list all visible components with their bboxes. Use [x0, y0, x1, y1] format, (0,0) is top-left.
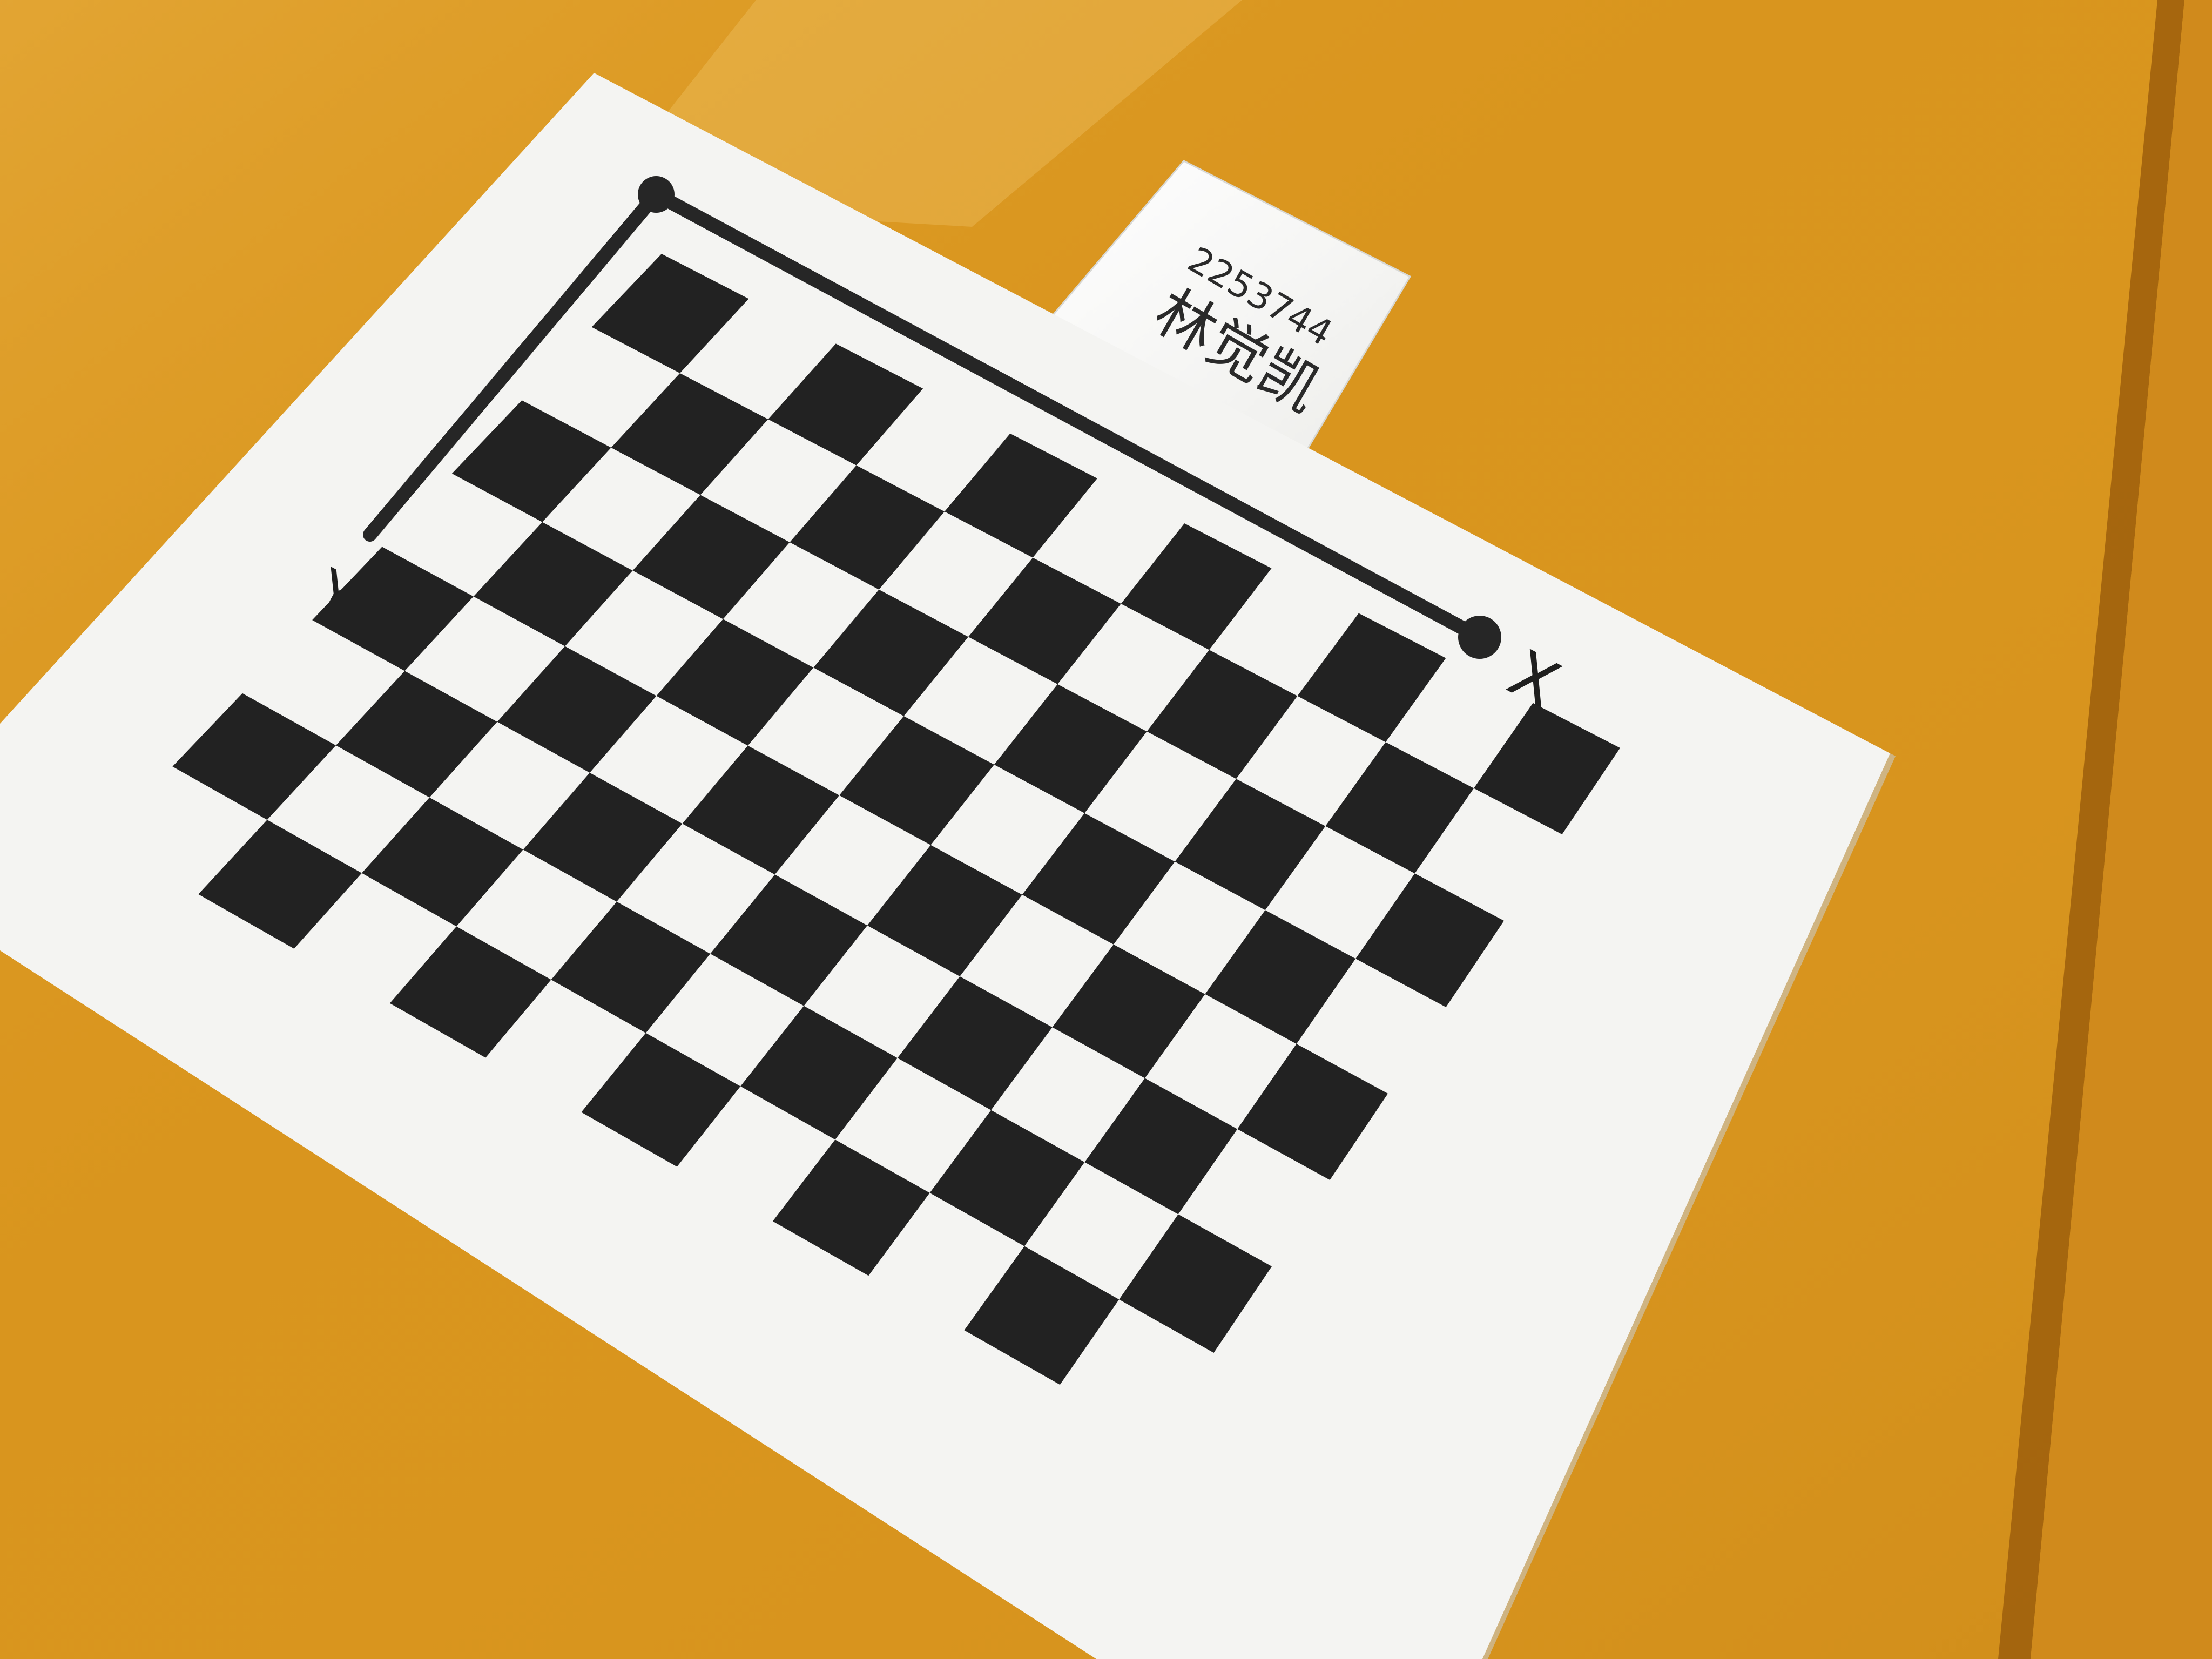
scene-canvas: 2253744 林觉凯 X Y — [0, 0, 2212, 1659]
photo-scene: 2253744 林觉凯 X Y — [0, 0, 2212, 1659]
axis-x-end-dot — [1458, 616, 1501, 659]
axis-origin-dot — [638, 176, 675, 213]
